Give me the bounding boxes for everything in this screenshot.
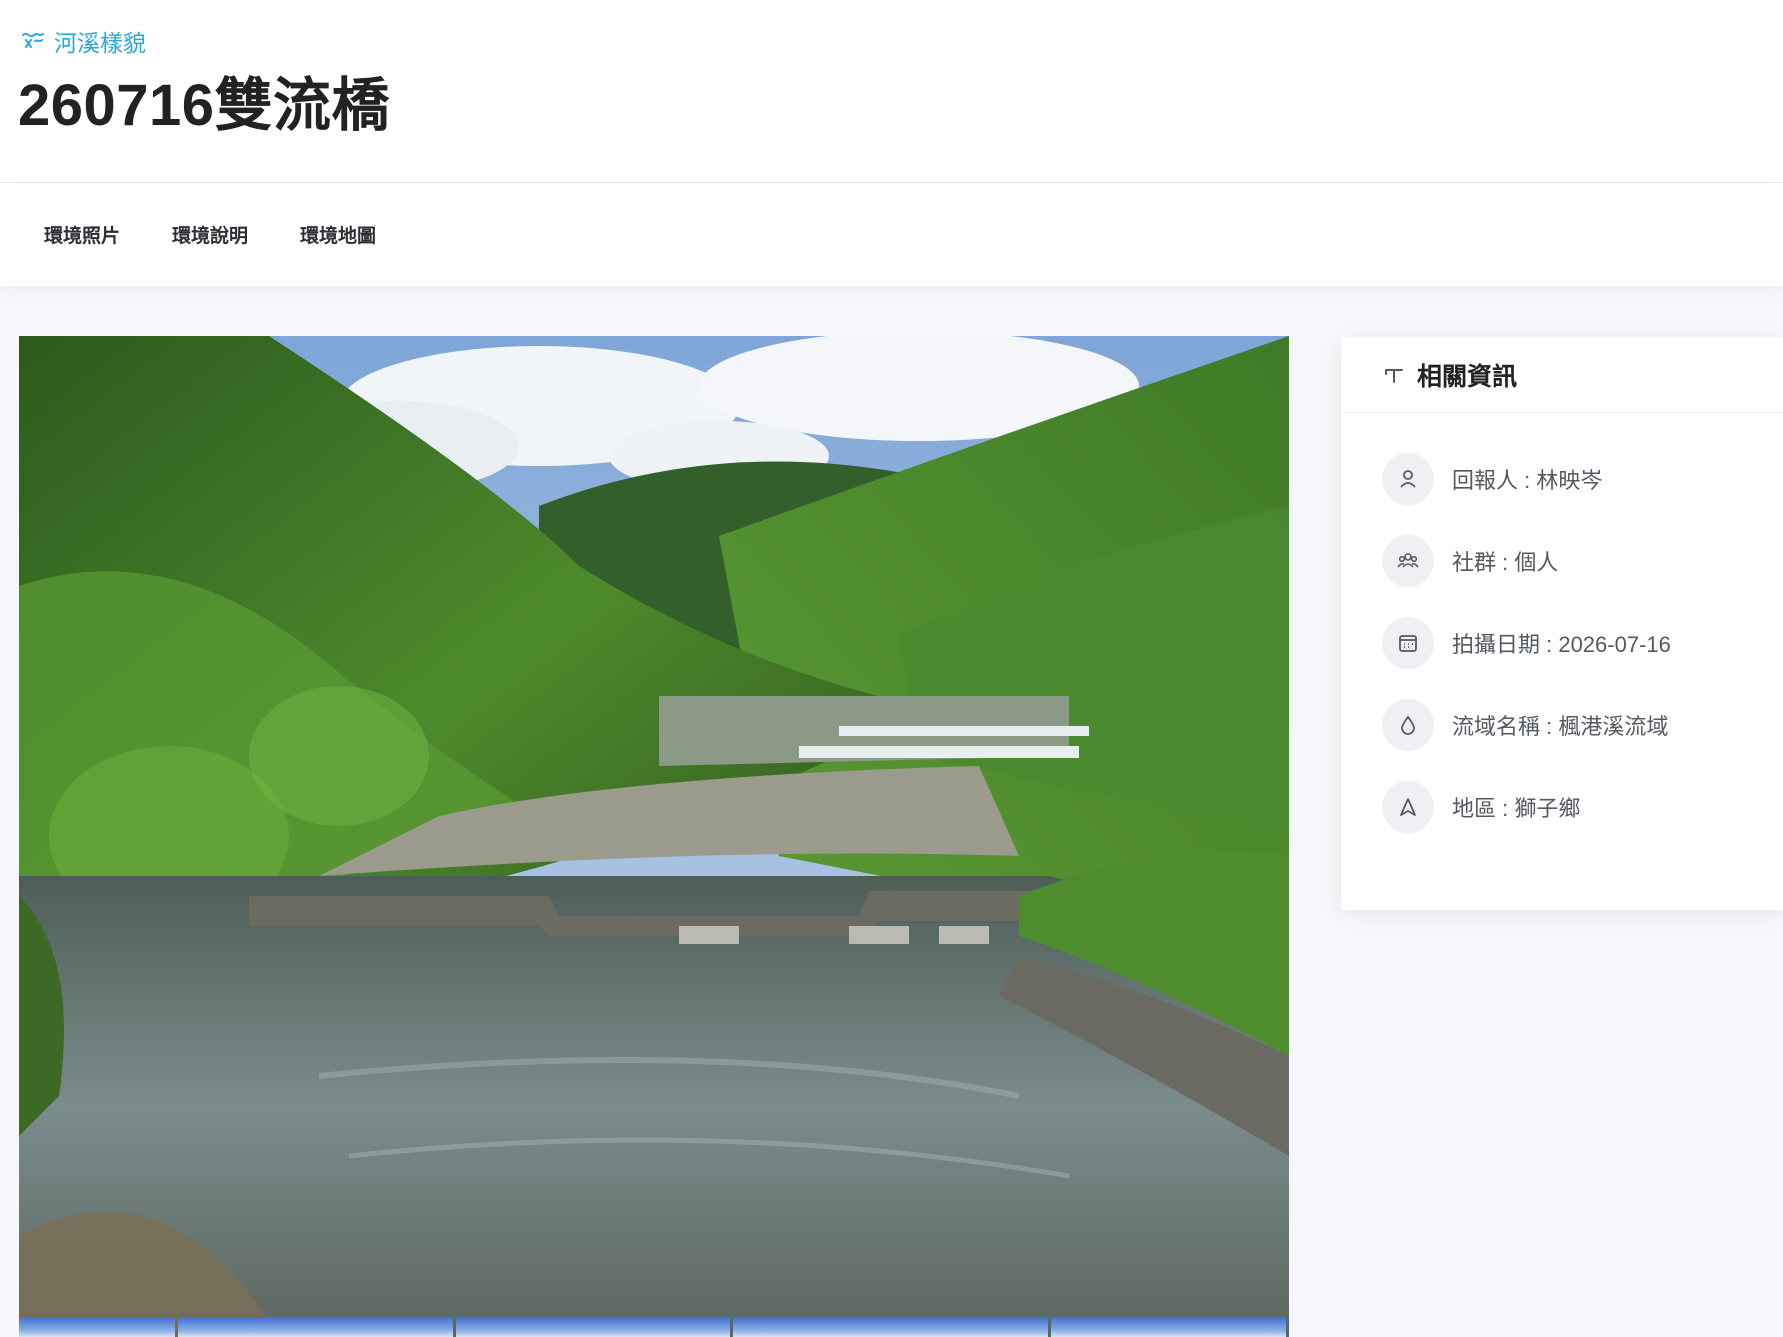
tab-description[interactable]: 環境說明 — [172, 221, 248, 248]
info-date-text: 拍攝日期 : 2026-07-16 — [1452, 632, 1671, 657]
pin-icon — [1385, 368, 1403, 383]
info-region-text: 地區 : 獅子鄉 — [1452, 796, 1581, 821]
group-icon — [1397, 553, 1419, 568]
photo-thumbnail[interactable] — [1051, 1317, 1286, 1337]
info-watershed: 流域名稱 : 楓港溪流域 — [1382, 699, 1671, 751]
breadcrumb-label[interactable]: 河溪樣貌 — [54, 24, 146, 58]
info-community: 社群 : 個人 — [1382, 535, 1671, 587]
info-date: 拍攝日期 : 2026-07-16 — [1382, 617, 1671, 669]
river-icon — [22, 32, 44, 48]
info-region: 地區 : 獅子鄉 — [1382, 781, 1671, 833]
photo-thumbnail-strip — [19, 1317, 1289, 1337]
tab-bar: 環境照片 環境說明 環境地圖 — [0, 183, 1783, 286]
photo-thumbnail[interactable] — [733, 1317, 1049, 1337]
environment-photo[interactable] — [19, 336, 1289, 1337]
page-title: 260716雙流橋 — [18, 73, 391, 138]
location-icon — [1400, 798, 1416, 816]
related-info-list: 回報人 : 林映岑 社群 : 個人 拍攝日期: 2026-07-16 流域名稱… — [1382, 453, 1671, 863]
tab-photos[interactable]: 環境照片 — [44, 221, 120, 248]
water-drop-icon — [1401, 715, 1415, 735]
related-info-panel: 相關資訊 回報人 : 林映岑 社群 : 個人 拍攝日期: 2026-07-16… — [1341, 337, 1783, 910]
tab-map[interactable]: 環境地圖 — [300, 221, 376, 248]
photo-thumbnail[interactable] — [455, 1317, 731, 1337]
related-info-header: 相關資訊 — [1341, 337, 1783, 413]
calendar-icon — [1399, 635, 1417, 652]
river-landscape-photo — [19, 336, 1289, 1337]
info-reporter: 回報人 : 林映岑 — [1382, 453, 1671, 505]
related-info-title: 相關資訊 — [1417, 362, 1518, 391]
info-watershed-text: 流域名稱 : 楓港溪流域 — [1452, 714, 1669, 739]
user-icon — [1400, 470, 1416, 488]
photo-thumbnail[interactable] — [19, 1317, 175, 1337]
breadcrumb[interactable]: 河溪樣貌 — [20, 24, 146, 58]
info-community-text: 社群 : 個人 — [1452, 550, 1559, 575]
page-header: 河溪樣貌 260716雙流橋 — [0, 0, 1783, 183]
photo-thumbnail[interactable] — [177, 1317, 453, 1337]
info-reporter-text: 回報人 : 林映岑 — [1452, 468, 1603, 493]
